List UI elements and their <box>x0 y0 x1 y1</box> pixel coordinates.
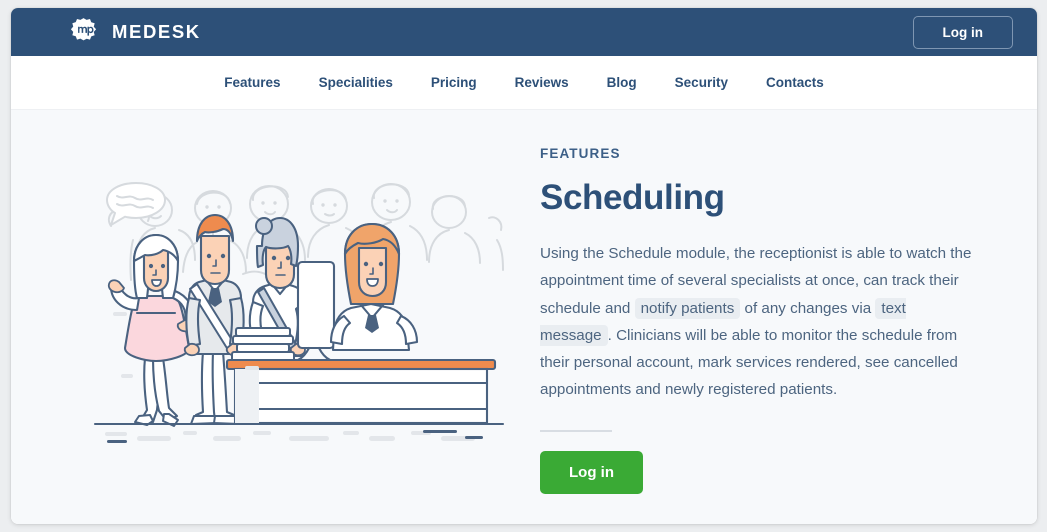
hero-section: .ol { fill:none; stroke:#4a6280; stroke-… <box>11 110 1037 524</box>
book-stack-icon <box>231 327 295 362</box>
hero-illustration-column: .ol { fill:none; stroke:#4a6280; stroke-… <box>11 110 521 524</box>
brand-logo[interactable]: MEDESK <box>68 17 201 48</box>
nav-item-features[interactable]: Features <box>224 75 280 90</box>
description-part-2: of any changes via <box>740 299 876 317</box>
hero-text-column: FEATURES Scheduling Using the Schedule m… <box>521 110 1037 524</box>
nav-item-pricing[interactable]: Pricing <box>431 75 477 90</box>
figure-receptionist <box>329 222 419 352</box>
section-eyebrow-label: FEATURES <box>540 146 621 161</box>
content-divider <box>540 429 612 432</box>
brand-name: MEDESK <box>112 21 201 42</box>
browser-page-card: MEDESK Log in Features Specialities Pric… <box>11 8 1037 524</box>
header-login-button[interactable]: Log in <box>912 15 1013 49</box>
hero-description: Using the Schedule module, the reception… <box>540 240 974 404</box>
nav-item-reviews[interactable]: Reviews <box>515 75 569 90</box>
nav-item-specialities[interactable]: Specialities <box>319 75 393 90</box>
main-navigation: Features Specialities Pricing Reviews Bl… <box>11 56 1037 110</box>
top-bar: MEDESK Log in <box>11 8 1037 56</box>
highlight-chip-notify-patients: notify patients <box>634 297 741 319</box>
clinic-reception-queue-illustration: .ol { fill:none; stroke:#4a6280; stroke-… <box>93 178 505 448</box>
medesk-badge-icon <box>68 17 99 48</box>
nav-item-security[interactable]: Security <box>675 75 728 90</box>
nav-item-contacts[interactable]: Contacts <box>766 75 824 90</box>
page-title: Scheduling <box>540 178 725 217</box>
nav-item-blog[interactable]: Blog <box>607 75 637 90</box>
figure-woman-pink <box>107 233 195 427</box>
hero-login-button[interactable]: Log in <box>540 450 643 494</box>
reception-desk <box>225 358 497 425</box>
desk-monitor-icon <box>296 260 336 362</box>
